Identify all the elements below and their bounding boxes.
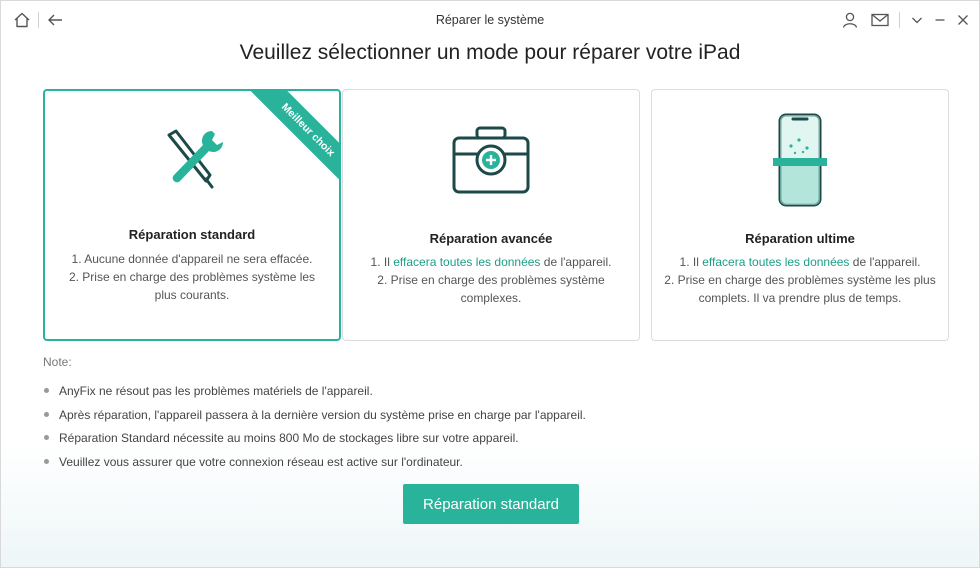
card-line-2: 2. Prise en charge des problèmes système… bbox=[68, 270, 316, 302]
title-bar: Réparer le système bbox=[1, 1, 979, 39]
card-description: 1. Il effacera toutes les données de l'a… bbox=[355, 253, 627, 307]
chevron-down-icon[interactable] bbox=[906, 9, 928, 31]
note-text: Veuillez vous assurer que votre connexio… bbox=[59, 454, 463, 469]
card-title: Réparation standard bbox=[128, 227, 256, 242]
note-list: AnyFix ne résout pas les problèmes matér… bbox=[43, 382, 586, 476]
card-line-1: 1. Il effacera toutes les données de l'a… bbox=[355, 253, 627, 271]
line-suffix: de l'appareil. bbox=[849, 255, 921, 269]
note-text: AnyFix ne résout pas les problèmes matér… bbox=[59, 384, 373, 398]
card-title: Réparation ultime bbox=[745, 231, 855, 246]
bullet-icon bbox=[44, 411, 49, 417]
card-line-1: 1. Aucune donnée d'appareil ne sera effa… bbox=[71, 252, 313, 266]
line-prefix: 1. Il bbox=[370, 255, 394, 269]
note-text: Après réparation, l'appareil passera à l… bbox=[59, 407, 586, 422]
card-line-2: 2. Prise en charge des problèmes système… bbox=[664, 273, 936, 305]
line-suffix: de l'appareil. bbox=[540, 255, 612, 269]
card-title: Réparation avancée bbox=[429, 231, 553, 246]
advanced-repair-card[interactable]: Réparation avancée 1. Il effacera toutes… bbox=[342, 89, 640, 341]
title-divider-2 bbox=[899, 12, 900, 28]
close-icon[interactable] bbox=[952, 9, 974, 31]
highlight-text: effacera toutes les données bbox=[393, 255, 541, 269]
standard-repair-card[interactable]: Meilleur choix Réparation standard 1. Au… bbox=[43, 89, 341, 341]
card-description: 1. Il effacera toutes les données de l'a… bbox=[664, 253, 936, 307]
tools-icon bbox=[45, 125, 339, 191]
mail-icon[interactable] bbox=[869, 9, 891, 31]
bullet-icon bbox=[44, 458, 49, 464]
note-item: Veuillez vous assurer que votre connexio… bbox=[43, 453, 586, 477]
card-line-2: 2. Prise en charge des problèmes système… bbox=[377, 273, 605, 305]
standard-repair-button[interactable]: Réparation standard bbox=[403, 484, 579, 524]
phone-scan-icon bbox=[652, 112, 948, 210]
account-icon[interactable] bbox=[839, 9, 861, 31]
bullet-icon bbox=[44, 388, 49, 393]
card-line-1: 1. Il effacera toutes les données de l'a… bbox=[664, 253, 936, 271]
note-item: Après réparation, l'appareil passera à l… bbox=[43, 406, 586, 430]
note-label: Note: bbox=[43, 355, 72, 369]
note-text: Réparation Standard nécessite au moins 8… bbox=[59, 431, 519, 445]
line-prefix: 1. Il bbox=[679, 255, 703, 269]
note-item: Réparation Standard nécessite au moins 8… bbox=[43, 429, 586, 453]
toolbox-icon bbox=[343, 124, 639, 196]
ultimate-repair-card[interactable]: Réparation ultime 1. Il effacera toutes … bbox=[651, 89, 949, 341]
app-window: Réparer le système Veuillez sélectionner… bbox=[0, 0, 980, 568]
bullet-icon bbox=[44, 435, 49, 440]
highlight-text: effacera toutes les données bbox=[702, 255, 850, 269]
card-description: 1. Aucune donnée d'appareil ne sera effa… bbox=[57, 250, 327, 304]
window-title: Réparer le système bbox=[435, 13, 545, 27]
note-item: AnyFix ne résout pas les problèmes matér… bbox=[43, 382, 586, 406]
minimize-icon[interactable] bbox=[929, 9, 951, 31]
page-heading: Veuillez sélectionner un mode pour répar… bbox=[239, 41, 741, 64]
